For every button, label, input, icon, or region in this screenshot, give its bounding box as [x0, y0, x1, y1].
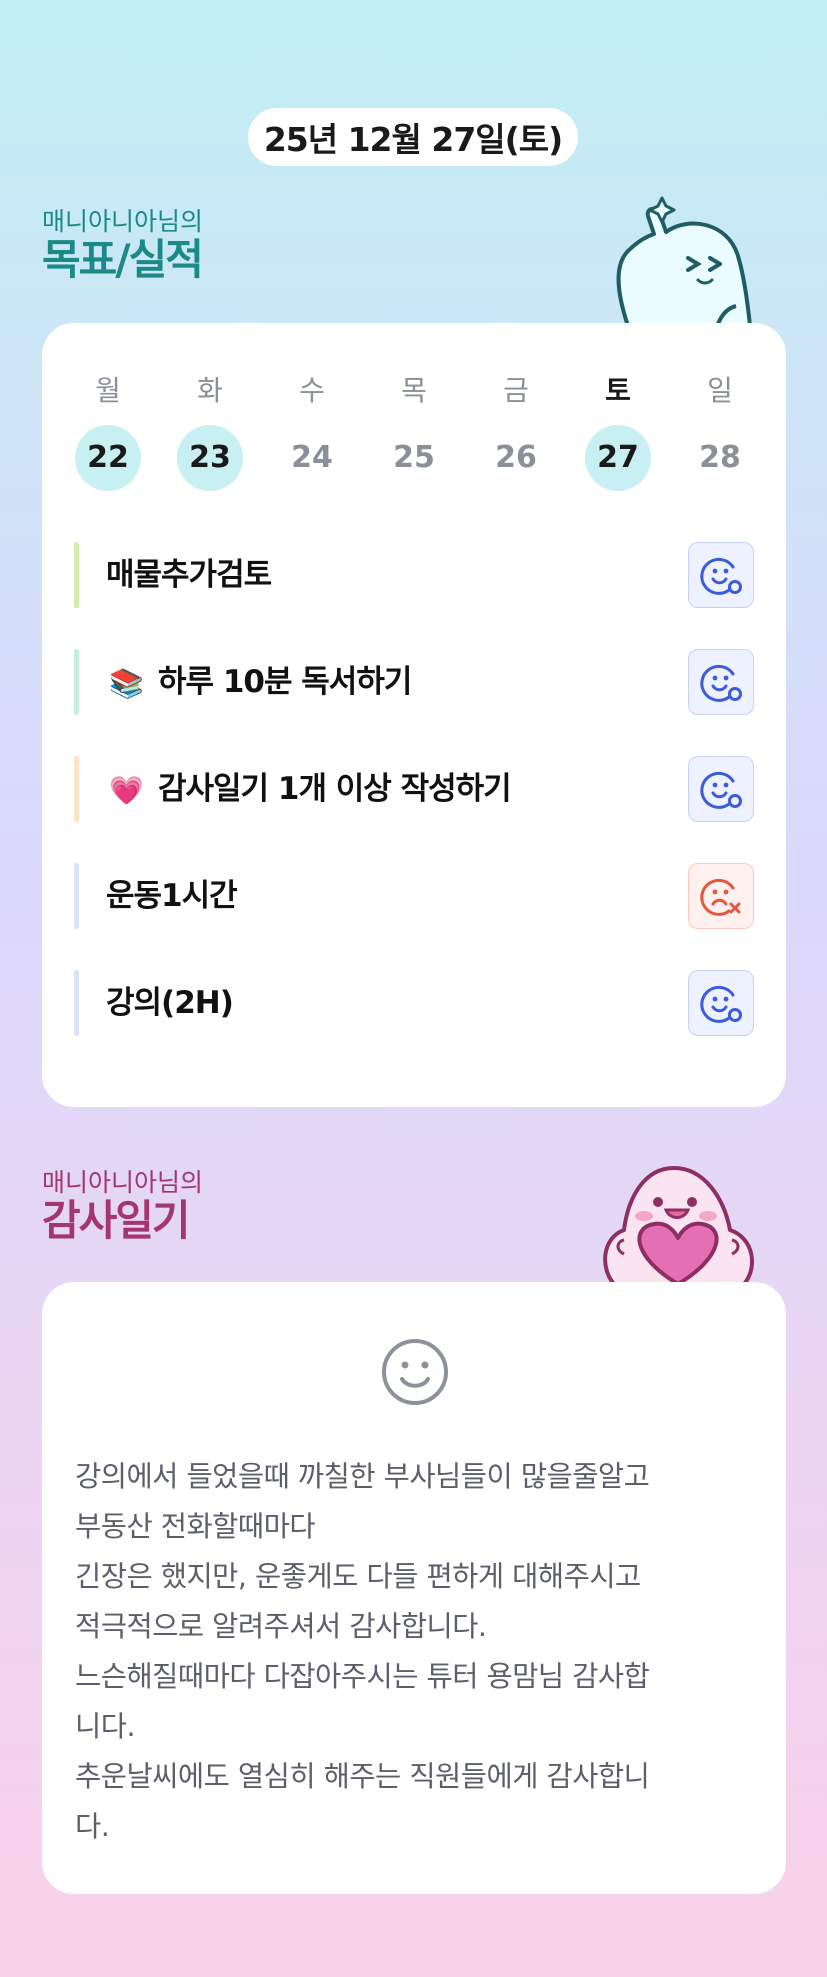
goals-section-heading: 매니아니아님의 목표/실적	[42, 207, 204, 284]
diary-entry-text: 강의에서 들었을때 까칠한 부사님들이 많을줄알고부동산 전화할때마다긴장은 했…	[75, 1452, 765, 1852]
smile-check-icon	[700, 664, 742, 702]
goal-label-text: 운동1시간	[106, 878, 238, 914]
goal-label-text: 하루 10분 독서하기	[158, 664, 412, 700]
goal-row[interactable]: 💗 감사일기 1개 이상 작성하기	[74, 756, 754, 822]
day-of-week-label: 월	[95, 374, 121, 407]
goal-label: 💗 감사일기 1개 이상 작성하기	[106, 756, 512, 822]
goal-label: 운동1시간	[106, 863, 238, 929]
goal-fail-button[interactable]	[688, 863, 754, 929]
goal-label-text: 감사일기 1개 이상 작성하기	[158, 771, 512, 807]
diary-section-heading: 매니아니아님의 감사일기	[42, 1168, 203, 1244]
day-of-week-label: 일	[707, 374, 733, 407]
diary-line: 니다.	[75, 1710, 136, 1743]
calendar-day[interactable]: 토 27	[582, 371, 654, 491]
day-number: 23	[177, 425, 243, 491]
day-number: 25	[393, 440, 435, 475]
smiley-face-icon	[382, 1339, 448, 1405]
calendar-day[interactable]: 일 28	[684, 371, 756, 491]
goals-subtitle: 매니아니아님의	[42, 207, 204, 236]
day-number: 22	[75, 425, 141, 491]
date-selector[interactable]: 25년 12월 27일(토)	[248, 108, 578, 166]
calendar-day[interactable]: 목 25	[378, 371, 450, 491]
goal-color-bar	[74, 863, 79, 929]
goal-row[interactable]: 📚 하루 10분 독서하기	[74, 649, 754, 715]
goal-color-bar	[74, 970, 79, 1036]
diary-line: 느슨해질때마다 다잡아주시는 튜터 용맘님 감사합	[75, 1660, 650, 1693]
goal-success-button[interactable]	[688, 542, 754, 608]
day-number: 27	[585, 425, 651, 491]
sad-x-icon	[700, 878, 741, 916]
diary-line: 적극적으로 알려주셔서 감사합니다.	[75, 1610, 487, 1643]
goal-row[interactable]: 운동1시간	[74, 863, 754, 929]
goals-card: 월 22 화 23 수 24 목 25 금 26 토 27 일 28 매물추가검토 📚 하루 10분 독서하기…	[42, 323, 786, 1107]
day-of-week-label: 토	[605, 374, 631, 407]
day-of-week-label: 금	[503, 374, 529, 407]
calendar-day[interactable]: 화 23	[174, 371, 246, 491]
goal-emoji-icon: 📚	[109, 666, 144, 700]
diary-line: 부동산 전화할때마다	[75, 1510, 316, 1543]
goal-color-bar	[74, 649, 79, 715]
goal-label: 📚 하루 10분 독서하기	[106, 649, 412, 715]
smile-check-icon	[700, 557, 742, 595]
day-number: 24	[291, 440, 333, 475]
goals-title: 목표/실적	[42, 235, 204, 284]
heart-mascot-illustration	[603, 1166, 754, 1284]
goal-row[interactable]: 매물추가검토	[74, 542, 754, 608]
goal-color-bar	[74, 542, 79, 608]
day-of-week-label: 목	[401, 374, 427, 407]
diary-line: 강의에서 들었을때 까칠한 부사님들이 많을줄알고	[75, 1460, 650, 1493]
diary-line: 긴장은 했지만, 운좋게도 다들 편하게 대해주시고	[75, 1560, 641, 1593]
day-number: 28	[699, 440, 741, 475]
goal-row[interactable]: 강의(2H)	[74, 970, 754, 1036]
goal-success-button[interactable]	[688, 970, 754, 1036]
diary-line: 다.	[75, 1810, 110, 1843]
goal-label: 매물추가검토	[106, 542, 272, 608]
goal-color-bar	[74, 756, 79, 822]
goal-label-text: 강의(2H)	[106, 985, 234, 1021]
smile-check-icon	[700, 771, 742, 809]
day-of-week-label: 수	[299, 374, 325, 407]
diary-title: 감사일기	[42, 1196, 191, 1245]
goal-label-text: 매물추가검토	[106, 557, 272, 593]
goal-success-button[interactable]	[688, 649, 754, 715]
diary-card: 강의에서 들었을때 까칠한 부사님들이 많을줄알고부동산 전화할때마다긴장은 했…	[42, 1282, 786, 1894]
calendar-day[interactable]: 금 26	[480, 371, 552, 491]
goal-emoji-icon: 💗	[109, 773, 144, 807]
week-calendar: 월 22 화 23 수 24 목 25 금 26 토 27 일 28	[72, 371, 786, 511]
day-number: 26	[495, 440, 537, 475]
calendar-day[interactable]: 수 24	[276, 371, 348, 491]
goal-label: 강의(2H)	[106, 970, 234, 1036]
ghost-mascot-illustration	[616, 196, 752, 326]
calendar-day[interactable]: 월 22	[72, 371, 144, 491]
smile-check-icon	[700, 985, 742, 1023]
goal-success-button[interactable]	[688, 756, 754, 822]
diary-line: 추운날씨에도 열심히 해주는 직원들에게 감사합니	[75, 1760, 650, 1793]
day-of-week-label: 화	[197, 374, 223, 407]
diary-subtitle: 매니아니아님의	[42, 1168, 204, 1197]
